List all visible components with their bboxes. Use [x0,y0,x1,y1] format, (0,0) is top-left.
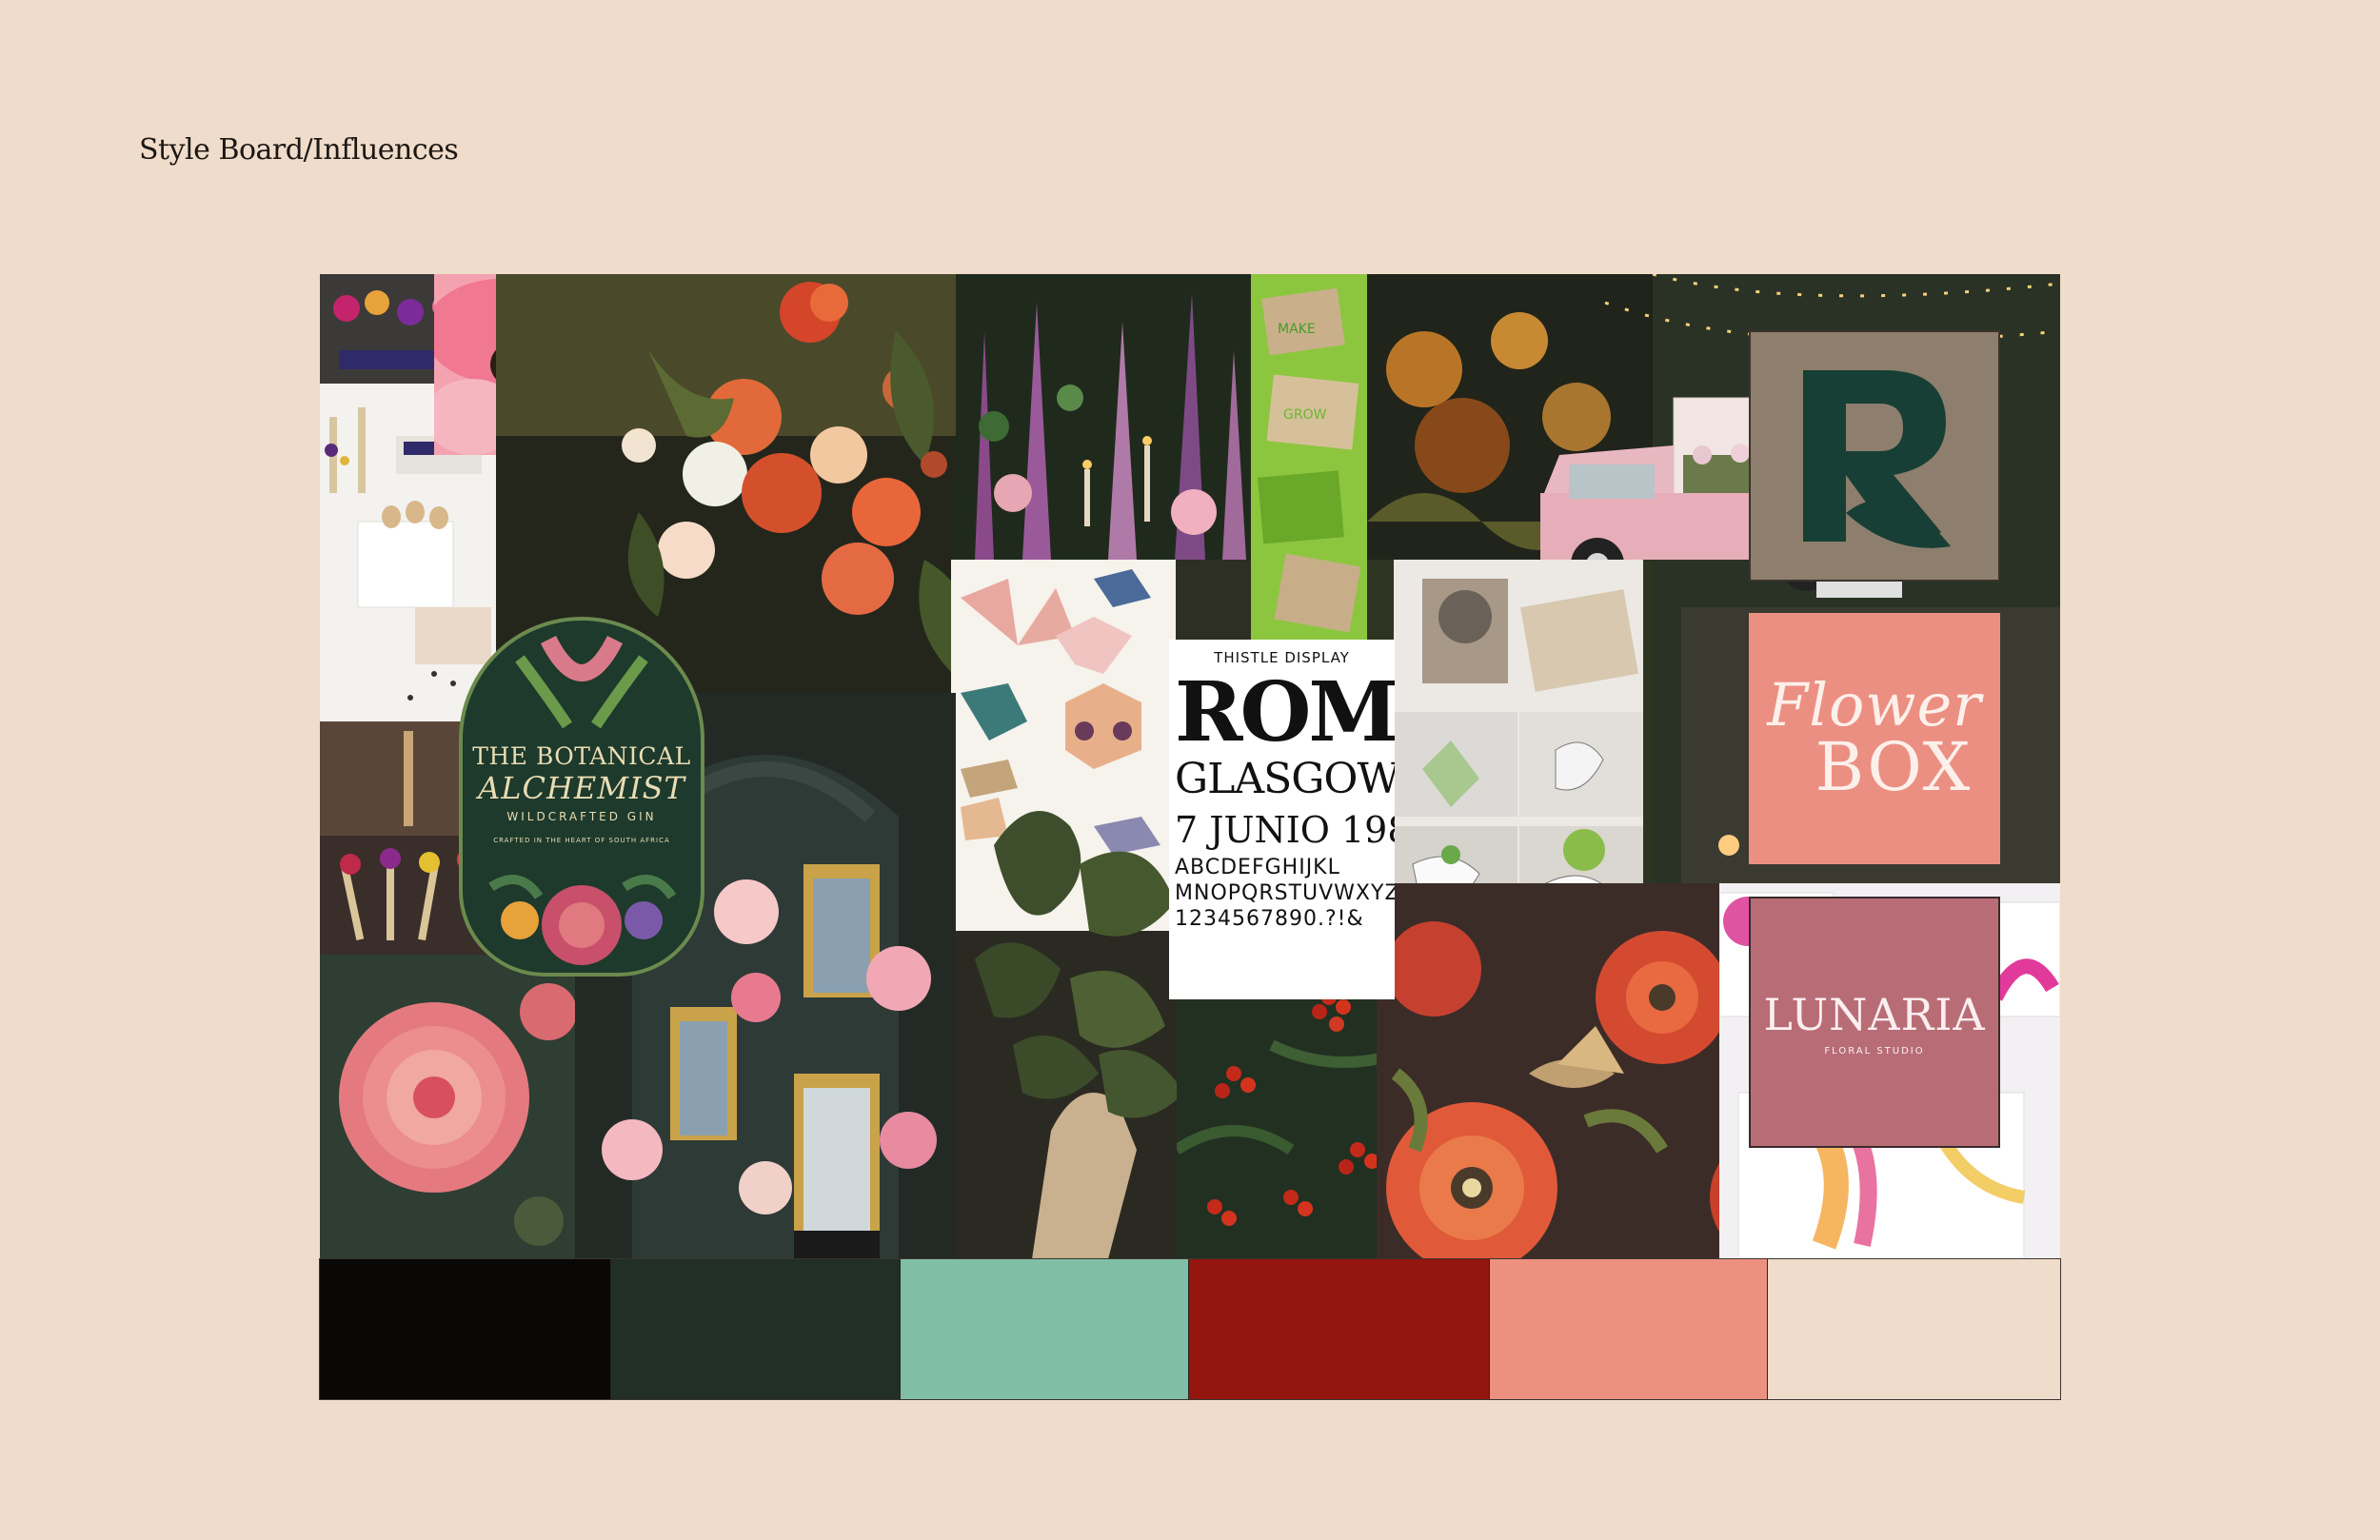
gin-label: THE BOTANICAL ALCHEMIST WILDCRAFTED GIN … [459,617,704,977]
specimen-line6: 1234567890.?!& [1175,907,1364,931]
swatch-cream [1768,1259,2060,1399]
green-packaging-photo: MAKE GROW [1251,274,1367,655]
lunaria-name: LUNARIA [1763,988,1986,1040]
page-title: Style Board/Influences [139,133,459,167]
hand-with-leaves-collage [956,788,1194,1259]
flower-box-bottom: BOX [1815,728,1973,806]
specimen-line4: ABCDEFGHIJKL [1175,856,1340,879]
specimen-line5: MNOPQRSTUVWXYZ [1175,881,1395,905]
swatch-mint [901,1259,1189,1399]
night-garden-photo [956,274,1251,560]
swatch-dark-green [611,1259,901,1399]
swatch-black [320,1259,611,1399]
gin-label-line3: WILDCRAFTED GIN [506,810,657,823]
typography-specimen-card: THISTLE DISPLAY ROMA GLASGOW 7 JUNIO 198… [1169,640,1395,999]
mood-board: MAKE GROW THE BOTANICAL ALCHEMIST WILDCR… [320,274,2060,1259]
swatch-deep-red [1189,1259,1490,1399]
lunaria-subtitle: FLORAL STUDIO [1824,1045,1925,1056]
specimen-line2: GLASGOW [1175,755,1395,803]
flower-box-logo: Flower BOX [1749,613,2000,864]
swatch-coral [1490,1259,1768,1399]
lunaria-logo: LUNARIA FLORAL STUDIO [1749,897,2000,1148]
r-monogram-logo [1749,330,2000,582]
specimen-line3: 7 JUNIO 1982 [1175,809,1395,851]
flower-box-top: Flower [1767,670,1982,740]
svg-text:MAKE: MAKE [1278,322,1316,337]
color-palette [319,1258,2061,1400]
chrysanthemum-photo [320,955,575,1259]
gin-label-line2: ALCHEMIST [478,770,685,806]
specimen-line1: ROMA [1175,664,1395,760]
red-berries-photo [1177,959,1410,1259]
gin-label-line1: THE BOTANICAL [472,742,691,770]
svg-text:GROW: GROW [1283,407,1327,423]
